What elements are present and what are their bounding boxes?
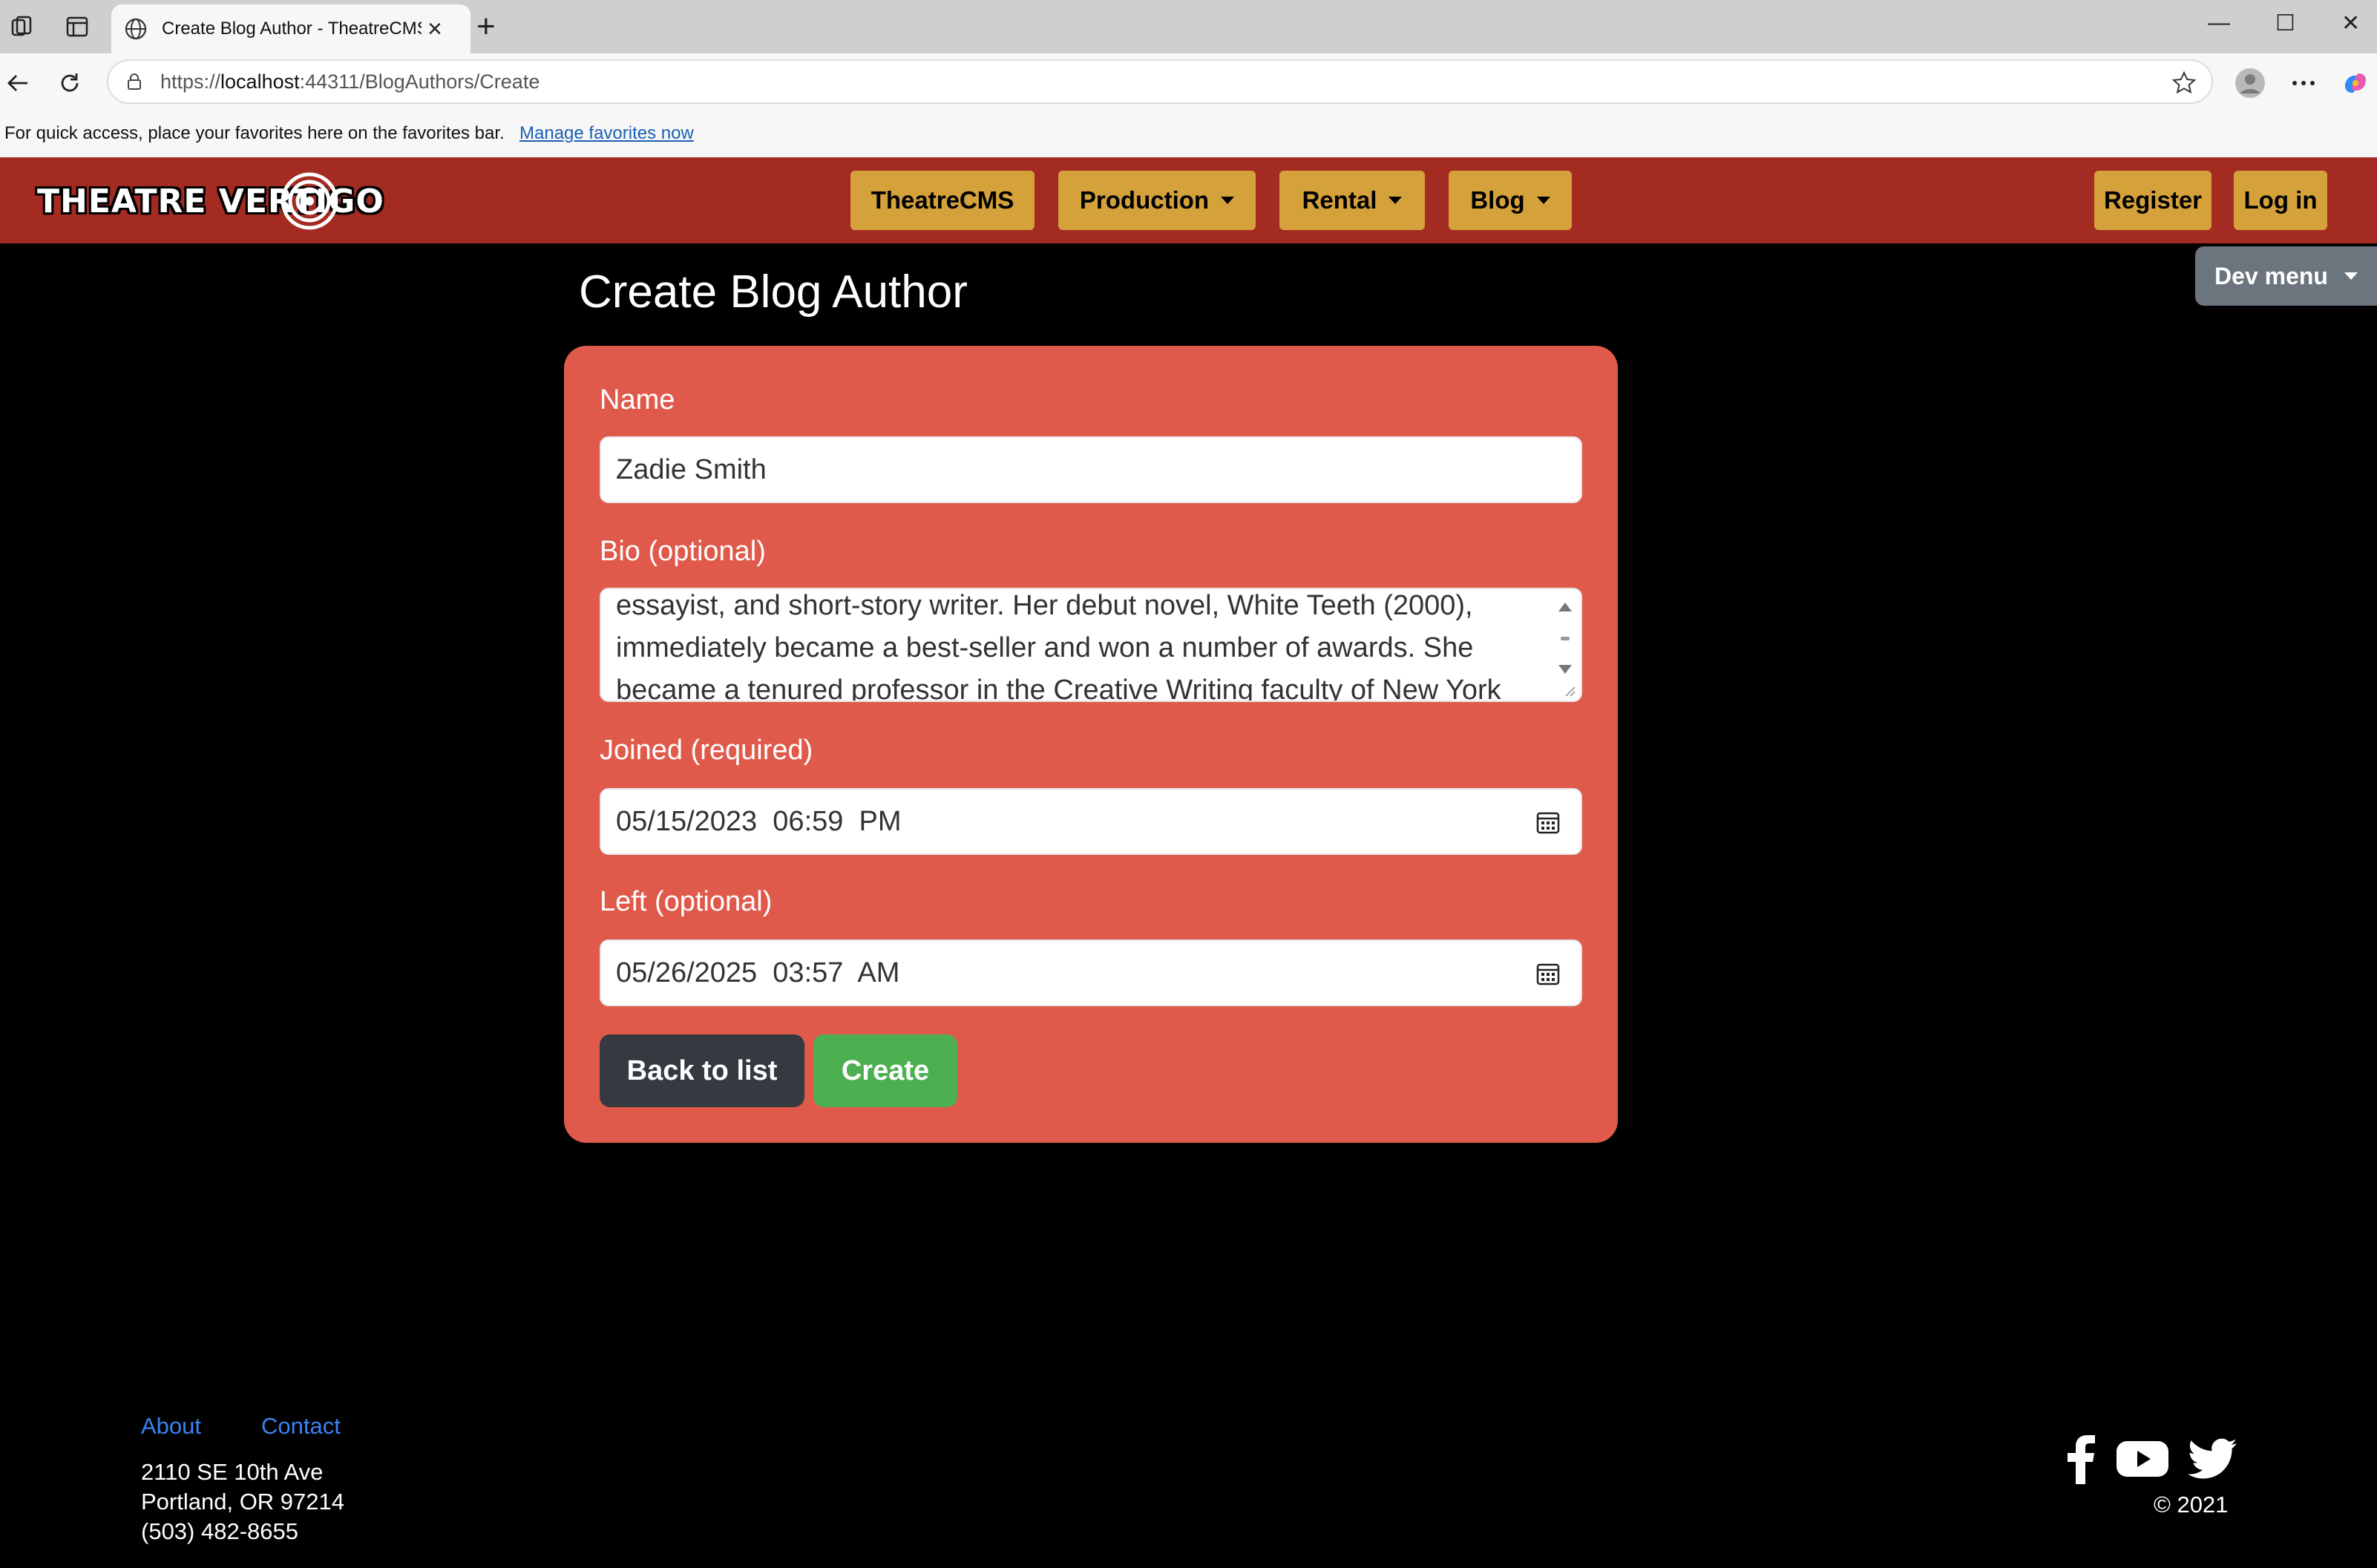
footer-contact-link[interactable]: Contact <box>261 1413 341 1440</box>
maximize-icon[interactable]: ☐ <box>2275 10 2295 36</box>
lock-icon[interactable] <box>125 72 144 91</box>
address-line: (503) 482-8655 <box>141 1518 298 1544</box>
nav-blog-dropdown[interactable]: Blog <box>1449 171 1572 230</box>
more-menu-icon[interactable] <box>2287 67 2320 99</box>
caret-down-icon <box>2344 272 2358 280</box>
joined-label: Joined (required) <box>600 735 813 766</box>
caret-down-icon <box>1389 197 1403 204</box>
resize-handle-icon[interactable] <box>1563 684 1576 698</box>
favorite-star-icon[interactable] <box>2171 70 2197 96</box>
bio-label: Bio (optional) <box>600 536 766 567</box>
bio-line: became a tenured professor in the Creati… <box>616 675 1501 702</box>
bio-line: immediately became a best-seller and won… <box>616 632 1474 663</box>
theatre-vertigo-logo[interactable]: THEATRE VERTIGO <box>37 169 384 233</box>
vertigo-swirl-icon <box>281 172 338 230</box>
vertical-tabs-icon[interactable] <box>62 13 92 40</box>
name-label: Name <box>600 384 675 416</box>
nav-rental-dropdown[interactable]: Rental <box>1279 171 1425 230</box>
tab-title: Create Blog Author - TheatreCMS <box>162 19 422 39</box>
caret-down-icon <box>1536 197 1550 204</box>
register-button[interactable]: Register <box>2094 171 2212 230</box>
copilot-icon[interactable] <box>2339 67 2372 99</box>
name-input-value: Zadie Smith <box>616 453 767 485</box>
register-label: Register <box>2103 186 2203 214</box>
nav-theatrecms-label: TheatreCMS <box>871 186 1014 214</box>
browser-tab-bar: Create Blog Author - TheatreCMS × + — ☐ … <box>0 0 2377 53</box>
twitter-icon[interactable] <box>2188 1438 2237 1480</box>
back-to-list-button[interactable]: Back to list <box>600 1034 804 1107</box>
nav-blog-label: Blog <box>1470 186 1525 214</box>
login-label: Log in <box>2243 186 2318 214</box>
calendar-icon[interactable] <box>1535 960 1561 987</box>
back-arrow-icon[interactable] <box>3 68 33 98</box>
new-tab-icon[interactable]: + <box>476 10 496 43</box>
joined-datetime-input[interactable]: 05/15/2023 06:59 PM <box>600 788 1582 855</box>
left-datetime-input[interactable]: 05/26/2025 03:57 AM <box>600 939 1582 1006</box>
bio-textarea[interactable]: essayist, and short-story writer. Her de… <box>600 588 1582 702</box>
page-title: Create Blog Author <box>579 266 968 318</box>
login-button[interactable]: Log in <box>2234 171 2327 230</box>
back-to-list-label: Back to list <box>626 1054 778 1086</box>
footer-about-link[interactable]: About <box>141 1413 201 1440</box>
site-navbar: THEATRE VERTIGO TheatreCMS Production Re… <box>0 157 2377 243</box>
joined-value: 05/15/2023 06:59 PM <box>616 805 902 837</box>
create-label: Create <box>841 1054 930 1086</box>
calendar-icon[interactable] <box>1535 809 1561 836</box>
nav-rental-label: Rental <box>1302 186 1377 214</box>
address-line: Portland, OR 97214 <box>141 1489 345 1515</box>
dev-menu-label: Dev menu <box>2214 262 2328 289</box>
bio-line: essayist, and short-story writer. Her de… <box>616 590 1473 621</box>
nav-production-dropdown[interactable]: Production <box>1058 171 1256 230</box>
manage-favorites-link[interactable]: Manage favorites now <box>519 123 694 144</box>
bio-text: essayist, and short-story writer. Her de… <box>616 589 1529 702</box>
reload-icon[interactable] <box>55 68 85 98</box>
tab-close-icon[interactable]: × <box>427 16 442 42</box>
caret-down-icon <box>1221 197 1235 204</box>
browser-toolbar: https://localhost:44311/BlogAuthors/Crea… <box>0 53 2377 113</box>
left-value: 05/26/2025 03:57 AM <box>616 957 900 988</box>
name-input[interactable]: Zadie Smith <box>600 436 1582 503</box>
minimize-icon[interactable]: — <box>2208 10 2230 36</box>
create-button[interactable]: Create <box>813 1034 957 1107</box>
youtube-icon[interactable] <box>2117 1438 2168 1480</box>
footer-address: 2110 SE 10th Ave Portland, OR 97214 (503… <box>141 1457 344 1546</box>
dev-menu-dropdown[interactable]: Dev menu <box>2195 246 2377 306</box>
favorites-hint: For quick access, place your favorites h… <box>4 123 505 143</box>
address-bar[interactable]: https://localhost:44311/BlogAuthors/Crea… <box>107 59 2213 104</box>
create-author-form: Name Zadie Smith Bio (optional) essayist… <box>564 346 1618 1143</box>
window-close-icon[interactable]: ✕ <box>2341 10 2360 36</box>
textarea-scrollbar[interactable] <box>1554 597 1576 693</box>
address-line: 2110 SE 10th Ave <box>141 1459 324 1485</box>
left-label: Left (optional) <box>600 886 773 917</box>
url-text: https://localhost:44311/BlogAuthors/Crea… <box>160 70 540 93</box>
favorites-bar: For quick access, place your favorites h… <box>0 113 2377 157</box>
profile-avatar-icon[interactable] <box>2234 67 2266 99</box>
nav-production-label: Production <box>1079 186 1210 214</box>
browser-tab-active[interactable]: Create Blog Author - TheatreCMS × <box>111 4 471 53</box>
workspaces-icon[interactable] <box>7 13 37 40</box>
facebook-icon[interactable] <box>2065 1435 2097 1484</box>
copyright: © 2021 <box>2154 1492 2229 1518</box>
globe-icon <box>125 18 147 40</box>
nav-theatrecms[interactable]: TheatreCMS <box>850 171 1035 230</box>
